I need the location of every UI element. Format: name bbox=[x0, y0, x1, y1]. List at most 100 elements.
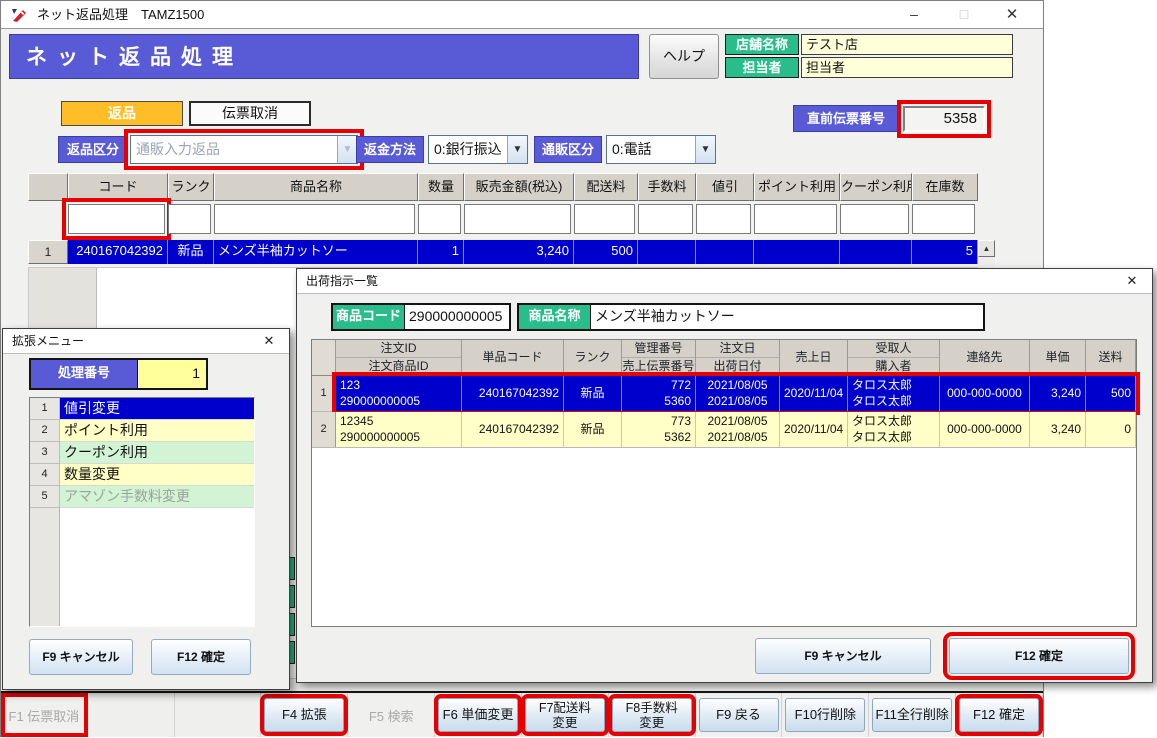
extension-menu-list: 1値引変更2ポイント利用3クーポン利用4数量変更5アマゾン手数料変更 bbox=[29, 397, 255, 627]
fkey-f9-back[interactable]: F9 戻る bbox=[699, 698, 779, 732]
close-icon[interactable]: ✕ bbox=[995, 1, 1029, 28]
chevron-down-icon[interactable]: ▼ bbox=[507, 136, 527, 163]
extension-menu-item[interactable]: 3クーポン利用 bbox=[30, 442, 254, 464]
grid-input-cell[interactable] bbox=[840, 204, 909, 234]
grid-data-cell[interactable]: メンズ半袖カットソー bbox=[214, 240, 418, 264]
extension-menu-item: 5アマゾン手数料変更 bbox=[30, 486, 254, 508]
confirm-button[interactable]: F12 確定 bbox=[949, 638, 1129, 674]
grid-column-header: 配送料 bbox=[574, 173, 638, 201]
grid-input-cell[interactable] bbox=[68, 204, 165, 234]
extension-item-label: アマゾン手数料変更 bbox=[60, 486, 254, 508]
fkey-slot-f3-empty bbox=[175, 693, 262, 737]
extension-item-number: 2 bbox=[30, 420, 60, 442]
close-icon[interactable]: ✕ bbox=[1120, 269, 1144, 293]
grid-data-cell[interactable] bbox=[638, 240, 696, 264]
grid-input-cell[interactable] bbox=[418, 204, 461, 234]
shipping-column-header: ランク bbox=[564, 340, 622, 375]
shipping-data-cell: 7735362 bbox=[622, 412, 696, 447]
cancel-button[interactable]: F9 キャンセル bbox=[755, 638, 931, 674]
grid-input-cell[interactable] bbox=[168, 204, 211, 234]
fkey-f5-search: F5 検索 bbox=[369, 706, 414, 725]
shipping-column-header: 注文日出荷日付 bbox=[696, 340, 780, 375]
extension-menu-item[interactable]: 2ポイント利用 bbox=[30, 420, 254, 442]
return-mode-button[interactable]: 返品 bbox=[61, 101, 183, 126]
maximize-icon: □ bbox=[947, 1, 981, 28]
shipping-table-row[interactable]: 1123290000000005240167042392新品7725360202… bbox=[312, 376, 1136, 412]
grid-data-cell[interactable]: 新品 bbox=[168, 240, 214, 264]
scroll-up-icon[interactable]: ▲ bbox=[978, 240, 995, 257]
grid-column-header: 販売金額(税込) bbox=[464, 173, 574, 201]
shipping-row-number: 2 bbox=[312, 412, 336, 447]
grid-input-cell[interactable] bbox=[754, 204, 837, 234]
fkey-f4-extend[interactable]: F4 拡張 bbox=[264, 698, 344, 732]
grid-column-header: クーポン利用 bbox=[840, 173, 912, 201]
grid-input-cell[interactable] bbox=[696, 204, 751, 234]
extension-menu-item[interactable]: 4数量変更 bbox=[30, 464, 254, 486]
grid-input-cell[interactable] bbox=[464, 204, 571, 234]
grid-data-cell[interactable] bbox=[840, 240, 912, 264]
staff-label: 担当者 bbox=[725, 57, 799, 78]
grid-data-cell[interactable]: 500 bbox=[574, 240, 638, 264]
chevron-down-icon[interactable]: ▼ bbox=[695, 136, 715, 163]
shipping-header-corner bbox=[312, 340, 336, 375]
order-channel-combo[interactable]: 0:電話 ▼ bbox=[606, 135, 716, 164]
window-titlebar: ネット返品処理 TAMZ1500 – □ ✕ bbox=[1, 1, 1043, 29]
screen: ネット返品処理 TAMZ1500 – □ ✕ ネット返品処理 ヘルプ 店舗名称 … bbox=[0, 0, 1157, 738]
grid-data-cell[interactable] bbox=[696, 240, 754, 264]
cancel-button[interactable]: F9 キャンセル bbox=[29, 639, 133, 675]
staff-value: 担当者 bbox=[801, 57, 1013, 78]
fkey-f10-row-delete[interactable]: F10行削除 bbox=[785, 698, 865, 732]
fkey-f11-all-row-delete[interactable]: F11全行削除 bbox=[872, 698, 952, 732]
process-number-field[interactable]: 1 bbox=[138, 360, 206, 388]
shipping-table-row[interactable]: 212345290000000005240167042392新品77353622… bbox=[312, 412, 1136, 448]
shipping-list-table: 注文ID注文商品ID単品コードランク管理番号売上伝票番号注文日出荷日付売上日受取… bbox=[311, 339, 1137, 627]
close-icon[interactable]: ✕ bbox=[257, 329, 281, 353]
store-name-value: テスト店 bbox=[801, 34, 1013, 55]
shipping-data-cell: 新品 bbox=[564, 376, 622, 411]
fkey-f6-unit-price-change[interactable]: F6 単価変更 bbox=[438, 698, 518, 732]
product-name-value: メンズ半袖カットソー bbox=[591, 305, 983, 329]
grid-data-cell[interactable]: 3,240 bbox=[464, 240, 574, 264]
fkey-f8-fee-change[interactable]: F8手数料変更 bbox=[612, 698, 692, 732]
confirm-button[interactable]: F12 確定 bbox=[151, 639, 251, 675]
grid-input-cell[interactable] bbox=[912, 204, 975, 234]
process-number-label: 処理番号 bbox=[31, 360, 138, 388]
extension-item-label: 値引変更 bbox=[60, 398, 254, 420]
shipping-instruction-dialog: 出荷指示一覧 ✕ 商品コード 290000000005 商品名称 メンズ半袖カッ… bbox=[296, 268, 1153, 683]
help-button[interactable]: ヘルプ bbox=[649, 34, 719, 79]
extension-menu-item[interactable]: 1値引変更 bbox=[30, 398, 254, 420]
fkey-f12-confirm[interactable]: F12 確定 bbox=[959, 698, 1039, 732]
fkey-slot-f8-fee-change: F8手数料変更 bbox=[609, 693, 696, 737]
shipping-dialog-title: 出荷指示一覧 bbox=[297, 269, 1152, 294]
shipping-data-cell: タロス太郎タロス太郎 bbox=[848, 376, 940, 411]
fkey-slot-f2-empty bbox=[88, 693, 175, 737]
grid-input-cell[interactable] bbox=[214, 204, 415, 234]
shipping-column-header: 送料 bbox=[1086, 340, 1136, 375]
chevron-down-icon[interactable]: ▼ bbox=[337, 136, 357, 163]
grid-input-cell[interactable] bbox=[574, 204, 635, 234]
grid-input-cell[interactable] bbox=[638, 204, 693, 234]
grid-data-cell[interactable]: 240167042392 bbox=[68, 240, 168, 264]
fkey-slot-f7-shipping-fee-change: F7配送料変更 bbox=[522, 693, 609, 737]
order-channel-value: 0:電話 bbox=[607, 136, 695, 163]
grid-data-cell[interactable] bbox=[754, 240, 840, 264]
return-type-label: 返品区分 bbox=[58, 136, 128, 163]
grid-column-header: コード bbox=[68, 173, 168, 201]
fkey-slot-f1-slip-cancel: F1 伝票取消 bbox=[1, 693, 88, 737]
grid-data-cell[interactable]: 1 bbox=[418, 240, 464, 264]
minimize-icon[interactable]: – bbox=[897, 1, 931, 28]
order-channel-label: 通販区分 bbox=[534, 136, 602, 163]
return-type-combo[interactable]: 通販入力返品 ▼ bbox=[130, 135, 358, 164]
shipping-data-cell: 2020/11/04 bbox=[780, 412, 848, 447]
store-name-label: 店舗名称 bbox=[725, 34, 799, 55]
refund-method-value: 0:銀行振込 bbox=[429, 136, 507, 163]
grid-data-row-1[interactable]: 1240167042392新品メンズ半袖カットソー13,2405005 bbox=[28, 240, 978, 264]
slip-cancel-mode-button[interactable]: 伝票取消 bbox=[189, 101, 311, 126]
refund-method-combo[interactable]: 0:銀行振込 ▼ bbox=[428, 135, 528, 164]
shipping-data-cell: 2020/11/04 bbox=[780, 376, 848, 411]
fkey-f7-shipping-fee-change[interactable]: F7配送料変更 bbox=[525, 698, 605, 732]
grid-data-cell[interactable]: 5 bbox=[912, 240, 978, 264]
grid-column-header: ランク bbox=[168, 173, 214, 201]
shipping-data-cell: 240167042392 bbox=[462, 412, 564, 447]
shipping-row-cells: 123290000000005240167042392新品77253602021… bbox=[336, 376, 1136, 411]
